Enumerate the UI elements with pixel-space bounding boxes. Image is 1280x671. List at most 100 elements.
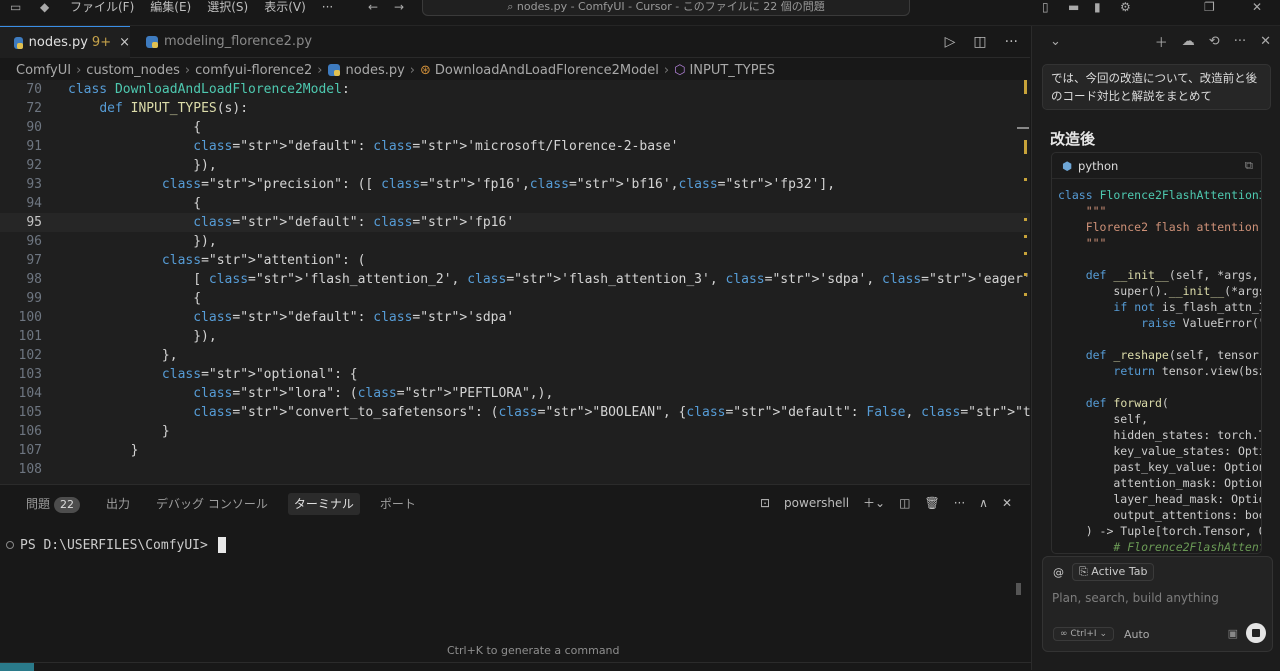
image-icon[interactable]: ▣ <box>1228 627 1238 640</box>
close-icon[interactable]: ✕ <box>1260 34 1271 49</box>
code-block-line: def __init__(self, *args, <box>1085 268 1259 282</box>
code-text: class="str">"convert_to_safetensors": (c… <box>193 405 1030 420</box>
code-line[interactable]: 100 class="str">"default": class="str">'… <box>0 308 1030 327</box>
code-line[interactable]: 106 } <box>0 422 1030 441</box>
code-line[interactable]: 99 { <box>0 289 1030 308</box>
code-line[interactable]: 72 def INPUT_TYPES(s): <box>0 99 1030 118</box>
code-line[interactable]: 94 { <box>0 194 1030 213</box>
code-line[interactable]: 95 class="str">"default": class="str">'f… <box>0 213 1030 232</box>
copy-icon[interactable]: ⧉ <box>1245 158 1253 173</box>
tab-problems[interactable]: 問題 22 <box>20 493 86 515</box>
mode-selector[interactable]: ∞ Ctrl+I ⌄ <box>1053 627 1114 641</box>
forward-arrow-icon[interactable]: → <box>394 0 404 14</box>
code-line[interactable]: 91 class="str">"default": class="str">'m… <box>0 137 1030 156</box>
more-actions-icon[interactable]: ··· <box>954 496 965 510</box>
breadcrumb: ComfyUI › custom_nodes › comfyui-florence2… <box>16 60 775 80</box>
code-editor[interactable]: 70 class DownloadAndLoadFlorence2Model: 72… <box>0 80 1030 484</box>
code-block-line: past_key_value: Option <box>1058 460 1262 474</box>
run-icon[interactable]: ▷ <box>945 34 956 50</box>
terminal-cursor <box>217 537 226 553</box>
breadcrumb-item[interactable]: nodes.py <box>346 63 405 78</box>
shell-name[interactable]: powershell <box>784 496 849 510</box>
toggle-secondary-sidebar-icon[interactable]: ▮ <box>1094 0 1101 14</box>
menu-selection[interactable]: 選択(S) <box>207 0 248 14</box>
split-editor-icon[interactable]: ◫ <box>973 34 986 50</box>
at-mention-icon[interactable]: @ <box>1053 566 1064 579</box>
terminal-scrollbar[interactable] <box>1016 583 1021 595</box>
close-tab-icon[interactable]: × <box>119 27 130 59</box>
stop-button[interactable] <box>1246 623 1266 643</box>
tab-debug-console[interactable]: デバッグ コンソール <box>150 493 274 515</box>
breadcrumb-item[interactable]: DownloadAndLoadFlorence2Model <box>435 63 659 78</box>
menu-view[interactable]: 表示(V) <box>264 0 306 14</box>
maximize-panel-icon[interactable]: ∧ <box>979 496 988 510</box>
cloud-icon[interactable]: ☁ <box>1182 34 1195 49</box>
tab-output[interactable]: 出力 <box>100 493 136 515</box>
code-line[interactable]: 107 } <box>0 441 1030 460</box>
chat-composer[interactable]: @ ⎘ Active Tab Plan, search, build anyth… <box>1042 556 1273 652</box>
code-line[interactable]: 102 }, <box>0 346 1030 365</box>
breadcrumb-item[interactable]: comfyui-florence2 <box>195 63 312 78</box>
chat-input-placeholder[interactable]: Plan, search, build anything <box>1052 591 1219 605</box>
gear-icon[interactable]: ⚙ <box>1120 0 1131 14</box>
menu-file[interactable]: ファイル(F) <box>70 0 134 14</box>
code-block-line: """ <box>1058 204 1107 218</box>
code-line[interactable]: 70 class DownloadAndLoadFlorence2Model: <box>0 80 1030 99</box>
cursor-ruler-marker <box>1017 127 1029 129</box>
code-line[interactable]: 101 }), <box>0 327 1030 346</box>
code-text: } <box>68 424 170 439</box>
line-number: 98 <box>26 272 42 287</box>
code-line[interactable]: 93 class="str">"precision": ([ class="st… <box>0 175 1030 194</box>
circle-icon <box>6 541 14 549</box>
menu-edit[interactable]: 編集(E) <box>150 0 191 14</box>
code-block-line: layer_head_mask: Optio <box>1058 492 1262 506</box>
code-line[interactable]: 108 <box>0 460 1030 479</box>
menu-more[interactable]: ··· <box>322 0 333 14</box>
split-terminal-icon[interactable]: ◫ <box>899 496 910 510</box>
model-selector[interactable]: Auto <box>1124 628 1150 641</box>
back-arrow-icon[interactable]: ← <box>368 0 378 14</box>
close-panel-icon[interactable]: ✕ <box>1002 496 1012 510</box>
chevron-down-icon[interactable]: ⌄ <box>1050 34 1061 49</box>
history-icon[interactable]: ⟲ <box>1209 34 1220 49</box>
tab-terminal[interactable]: ターミナル <box>287 493 360 515</box>
bottom-panel: 問題 22 出力 デバッグ コンソール ターミナル ポート ⊡ powershel… <box>0 484 1030 670</box>
breadcrumb-item[interactable]: custom_nodes <box>86 63 180 78</box>
toggle-sidebar-icon[interactable]: ▯ <box>1042 0 1049 14</box>
new-terminal-icon[interactable]: ＋⌄ <box>863 494 885 511</box>
code-block-line <box>1058 331 1261 347</box>
breadcrumb-item[interactable]: ComfyUI <box>16 63 71 78</box>
code-line[interactable]: 92 }), <box>0 156 1030 175</box>
tab-modeling-florence2[interactable]: modeling_florence2.py <box>130 26 312 58</box>
terminal-line[interactable]: PS D:\USERFILES\ComfyUI> <box>6 537 226 553</box>
title-bar: ▭ ◆ ファイル(F) 編集(E) 選択(S) 表示(V) ··· ← → ⌕ … <box>0 0 1280 26</box>
active-tab-chip[interactable]: ⎘ Active Tab <box>1072 563 1155 581</box>
trash-icon[interactable]: 🗑 <box>924 496 939 510</box>
chevron-right-icon: › <box>663 62 670 78</box>
python-file-icon <box>14 36 23 49</box>
code-text: [ class="str">'flash_attention_2', class… <box>68 272 1030 287</box>
code-line[interactable]: 97 class="str">"attention": ( <box>0 251 1030 270</box>
code-line[interactable]: 98 [ class="str">'flash_attention_2', cl… <box>0 270 1030 289</box>
close-window-icon[interactable]: ✕ <box>1252 0 1262 14</box>
code-line[interactable]: 96 }), <box>0 232 1030 251</box>
layout-icon[interactable]: ▭ <box>10 0 21 14</box>
code-text: } <box>68 443 139 458</box>
tab-nodes-py[interactable]: nodes.py 9+ × <box>0 26 130 58</box>
toggle-panel-icon[interactable]: ▬ <box>1068 0 1079 14</box>
new-chat-icon[interactable]: ＋ <box>1155 32 1168 51</box>
breadcrumb-item[interactable]: INPUT_TYPES <box>689 63 775 78</box>
editor-actions: ▷ ◫ ··· <box>945 34 1018 50</box>
command-center-search[interactable]: ⌕ nodes.py - ComfyUI - Cursor - このファイルに … <box>422 0 910 16</box>
user-message[interactable]: では、今回の改造について、改造前と後のコード対比と解説をまとめて <box>1042 64 1271 110</box>
code-line[interactable]: 105 class="str">"convert_to_safetensors"… <box>0 403 1030 422</box>
code-block-line: class Florence2FlashAttention3 <box>1058 188 1262 202</box>
more-actions-icon[interactable]: ··· <box>1234 34 1246 49</box>
code-line[interactable]: 103 class="str">"optional": { <box>0 365 1030 384</box>
restore-window-icon[interactable]: ❐ <box>1204 0 1215 14</box>
tab-ports[interactable]: ポート <box>374 493 422 515</box>
more-actions-icon[interactable]: ··· <box>1005 34 1018 50</box>
code-line[interactable]: 104 class="str">"lora": (class="str">"PE… <box>0 384 1030 403</box>
line-number: 106 <box>18 424 42 439</box>
code-line[interactable]: 90 { <box>0 118 1030 137</box>
